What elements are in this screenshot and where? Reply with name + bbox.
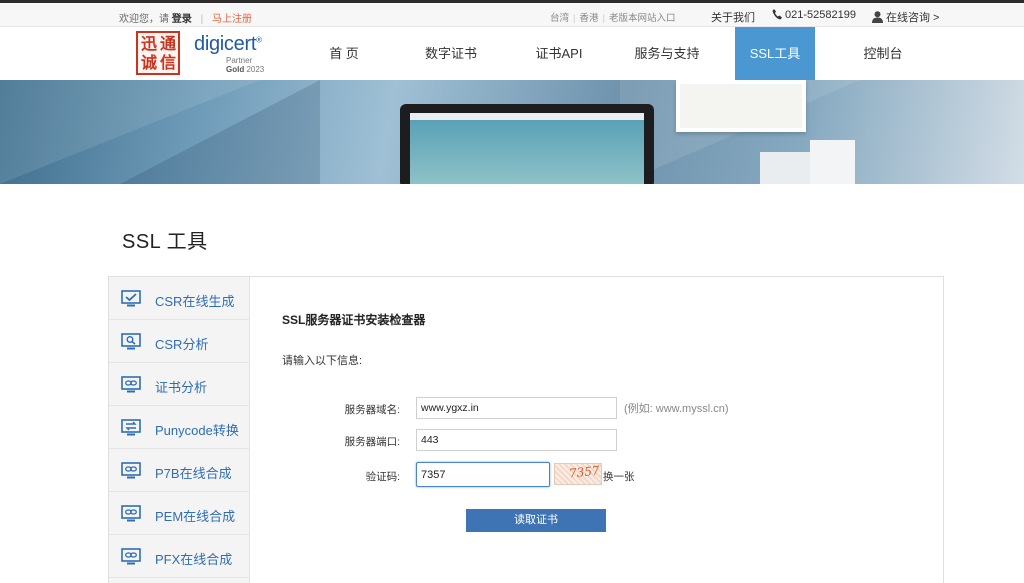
monitor-check-icon bbox=[121, 290, 141, 307]
registered-mark: ® bbox=[256, 35, 262, 45]
form-subtitle: 请输入以下信息: bbox=[282, 355, 363, 367]
banner-monitor-screen bbox=[410, 113, 644, 184]
sidebar-item-label: P7B在线合成 bbox=[155, 466, 232, 481]
nav-home[interactable]: 首 页 bbox=[314, 27, 374, 80]
sidebar-item-label: PEM在线合成 bbox=[155, 509, 236, 524]
link-icon bbox=[121, 376, 141, 393]
nav-console[interactable]: 控制台 bbox=[852, 27, 914, 80]
welcome-text: 欢迎您，请 bbox=[119, 14, 169, 25]
sidebar-item-cert-analysis[interactable]: 证书分析 bbox=[109, 363, 249, 406]
region-taiwan-link[interactable]: 台湾 bbox=[550, 13, 569, 24]
port-input[interactable] bbox=[416, 429, 617, 451]
link-icon bbox=[121, 548, 141, 565]
partner-label: Partner bbox=[226, 56, 253, 65]
partner-year: 2023 bbox=[246, 65, 265, 74]
banner-picture-frame bbox=[676, 80, 806, 132]
link-icon bbox=[121, 505, 141, 522]
form-title: SSL服务器证书安装检查器 bbox=[282, 313, 426, 327]
domain-example-hint: (例如: www.myssl.cn) bbox=[624, 403, 729, 415]
register-link[interactable]: 马上注册 bbox=[212, 14, 252, 25]
sidebar-item-csr-analysis[interactable]: CSR分析 bbox=[109, 320, 249, 363]
convert-icon bbox=[121, 419, 141, 436]
sidebar-item-pfx[interactable]: PFX在线合成 bbox=[109, 535, 249, 578]
top-bar: 欢迎您，请 登录 | 马上注册 台湾 | 香港 | 老版本网站入口 关于我们 021-5… bbox=[0, 0, 1024, 27]
page-title: SSL 工具 bbox=[122, 231, 208, 253]
sidebar-item-punycode[interactable]: Punycode转换 bbox=[109, 406, 249, 449]
phone-number: 021-52582199 bbox=[785, 9, 856, 21]
digicert-partner-logo: digicert® Partner Gold 2023 bbox=[194, 33, 264, 74]
user-icon bbox=[872, 11, 883, 23]
welcome-area: 欢迎您，请 登录 | 马上注册 bbox=[119, 10, 252, 25]
magnifier-icon bbox=[121, 333, 141, 350]
region-hongkong-link[interactable]: 香港 bbox=[579, 13, 598, 24]
sidebar-item-label: Punycode转换 bbox=[155, 423, 239, 438]
main-header: 迅 通 诚 信 digicert® Partner Gold 2023 首 页 … bbox=[0, 27, 1024, 80]
partner-badge: Partner Gold 2023 bbox=[226, 56, 286, 74]
sidebar-item-label: 证书分析 bbox=[155, 380, 208, 395]
banner-decoration bbox=[120, 80, 320, 184]
banner-decoration bbox=[760, 152, 810, 184]
refresh-captcha-link[interactable]: 换一张 bbox=[603, 469, 635, 484]
phone-icon bbox=[772, 9, 782, 20]
sidebar-item-pem[interactable]: PEM在线合成 bbox=[109, 492, 249, 535]
link-icon bbox=[121, 462, 141, 479]
nav-certificate-api[interactable]: 证书API bbox=[526, 27, 592, 80]
phone-contact: 021-52582199 bbox=[772, 9, 856, 21]
sidebar-item-p7b[interactable]: P7B在线合成 bbox=[109, 449, 249, 492]
digicert-wordmark: digicert bbox=[194, 33, 257, 55]
company-seal-logo[interactable]: 迅 通 诚 信 bbox=[136, 31, 180, 75]
online-consult-label: 在线咨询 > bbox=[886, 12, 940, 24]
banner-monitor-image bbox=[400, 104, 654, 184]
separator: | bbox=[200, 14, 204, 25]
about-link[interactable]: 关于我们 bbox=[711, 9, 755, 25]
separator: | bbox=[602, 13, 605, 24]
seal-char: 迅 bbox=[141, 34, 158, 53]
nav-ssl-tools[interactable]: SSL工具 bbox=[735, 27, 815, 80]
nav-digital-certificates[interactable]: 数字证书 bbox=[416, 27, 486, 80]
captcha-image-text: 7357 bbox=[568, 463, 601, 481]
read-certificate-button[interactable]: 读取证书 bbox=[466, 509, 606, 532]
domain-input[interactable] bbox=[416, 397, 617, 419]
old-site-link[interactable]: 老版本网站入口 bbox=[609, 13, 676, 24]
captcha-label: 验证码: bbox=[365, 471, 400, 483]
tools-sidebar: CSR在线生成 CSR分析 证书分析 Punycode转换 P7B在线合成 PE… bbox=[109, 277, 250, 583]
seal-char: 通 bbox=[160, 34, 177, 53]
login-link[interactable]: 登录 bbox=[172, 14, 192, 25]
sidebar-item-csr-generate[interactable]: CSR在线生成 bbox=[109, 277, 249, 320]
domain-label: 服务器域名: bbox=[344, 404, 400, 416]
seal-char: 信 bbox=[160, 53, 177, 72]
hero-banner bbox=[0, 80, 1024, 184]
port-label: 服务器端口: bbox=[344, 436, 400, 448]
separator: | bbox=[573, 13, 576, 24]
captcha-input[interactable] bbox=[416, 462, 550, 487]
sidebar-item-label: PFX在线合成 bbox=[155, 552, 233, 567]
captcha-image[interactable]: 7357 bbox=[554, 463, 602, 485]
seal-char: 诚 bbox=[141, 53, 158, 72]
sidebar-item-label: CSR在线生成 bbox=[155, 294, 235, 309]
region-links: 台湾 | 香港 | 老版本网站入口 bbox=[550, 10, 675, 24]
online-consult-link[interactable]: 在线咨询 > bbox=[872, 9, 939, 25]
nav-service-support[interactable]: 服务与支持 bbox=[628, 27, 706, 80]
banner-decoration bbox=[810, 140, 855, 184]
partner-tier: Gold bbox=[226, 65, 245, 74]
sidebar-item-label: CSR分析 bbox=[155, 337, 209, 352]
